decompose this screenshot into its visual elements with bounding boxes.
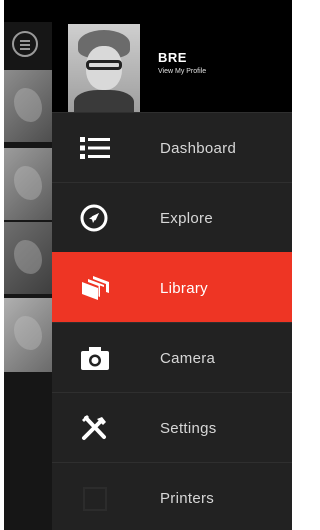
view-profile-link[interactable]: View My Profile	[158, 68, 206, 75]
nav-item-dashboard[interactable]: Dashboard	[52, 112, 292, 182]
preview-thumbnail[interactable]	[4, 298, 52, 372]
profile-header[interactable]: BRE View My Profile	[52, 22, 292, 112]
nav-menu: Dashboard Explore Library Camera Setting…	[52, 112, 292, 530]
nav-item-library[interactable]: Library	[52, 252, 292, 322]
preview-thumbnail[interactable]	[4, 148, 52, 220]
nav-item-printers[interactable]: Printers	[52, 462, 292, 530]
printer-icon	[83, 487, 107, 511]
camera-icon	[81, 347, 109, 370]
tools-icon	[82, 415, 106, 440]
status-bar	[4, 0, 292, 22]
profile-username: BRE	[158, 50, 187, 65]
nav-item-label: Explore	[160, 210, 213, 227]
avatar[interactable]	[68, 24, 140, 112]
preview-thumbnail[interactable]	[4, 70, 52, 142]
stack-icon	[82, 276, 109, 300]
nav-item-label: Camera	[160, 350, 216, 367]
nav-item-label: Settings	[160, 420, 217, 437]
menu-toggle-icon[interactable]	[12, 31, 38, 57]
nav-item-camera[interactable]: Camera	[52, 322, 292, 392]
compass-icon	[80, 204, 108, 232]
nav-item-settings[interactable]: Settings	[52, 392, 292, 462]
nav-item-label: Library	[160, 280, 208, 297]
list-icon	[80, 137, 110, 159]
nav-item-label: Printers	[160, 490, 215, 507]
nav-item-label: Dashboard	[160, 140, 237, 157]
content-preview-rail[interactable]	[4, 22, 52, 530]
nav-item-explore[interactable]: Explore	[52, 182, 292, 252]
app-frame: BRE View My Profile Dashboard Explore Li…	[4, 0, 292, 530]
preview-thumbnail[interactable]	[4, 222, 52, 294]
